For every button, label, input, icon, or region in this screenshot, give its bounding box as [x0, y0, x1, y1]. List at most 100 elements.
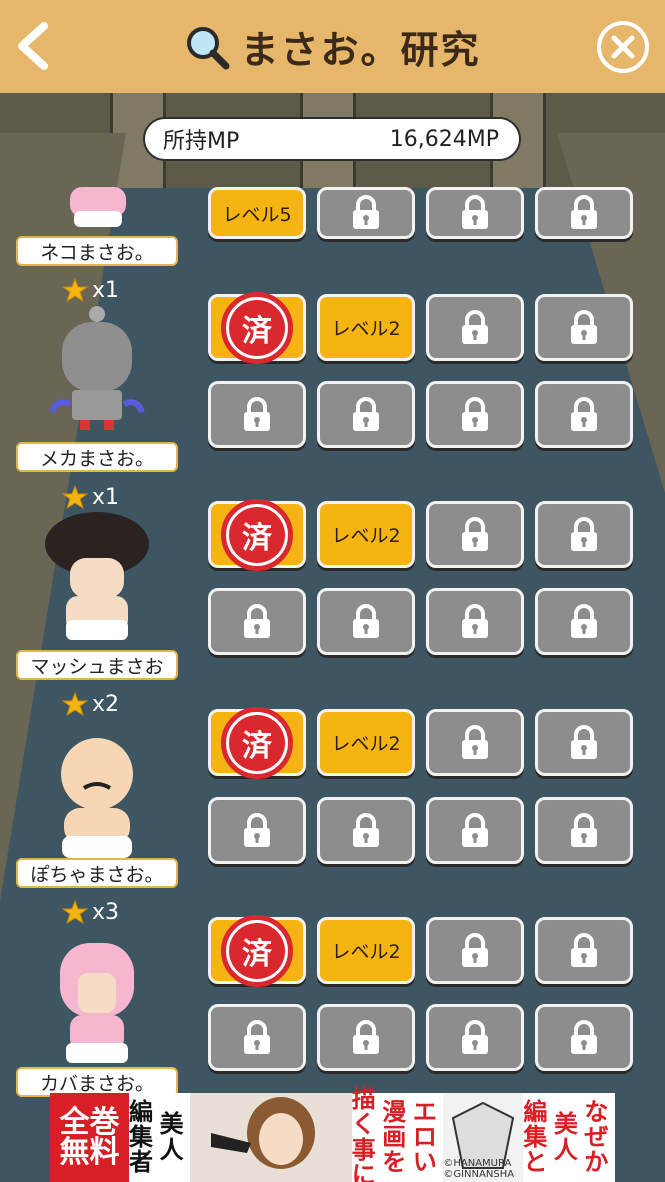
- locked-tile[interactable]: [426, 1004, 524, 1071]
- ad-illustration: [190, 1093, 352, 1182]
- lock-icon: [353, 396, 379, 431]
- close-icon[interactable]: [595, 19, 651, 75]
- ad-text: 描く事に: [351, 1085, 376, 1182]
- research-tile-level[interactable]: レベル5: [208, 187, 306, 239]
- research-tile-done[interactable]: 済: [208, 291, 306, 364]
- ad-badge: 全巻 無料: [50, 1093, 130, 1182]
- mp-label: 所持MP: [163, 129, 240, 154]
- ad-text: 美人: [553, 1110, 578, 1164]
- locked-tile[interactable]: [535, 709, 633, 776]
- locked-tile[interactable]: [426, 294, 524, 361]
- research-tile-level[interactable]: レベル2: [317, 501, 415, 568]
- locked-tile[interactable]: [208, 1004, 306, 1071]
- lock-icon: [571, 812, 597, 847]
- ad-banner[interactable]: 全巻 無料 編集者 美人 描く事に 漫画を エロい ©HANAMURA ©GIN…: [50, 1085, 615, 1182]
- lock-icon: [244, 396, 270, 431]
- lock-icon: [353, 1019, 379, 1054]
- star-icon: [62, 899, 88, 925]
- star-count-value: x2: [92, 691, 120, 717]
- lock-icon: [462, 932, 488, 967]
- lock-icon: [571, 932, 597, 967]
- star-rating: x1: [62, 484, 119, 510]
- lock-icon: [353, 195, 379, 229]
- lock-icon: [571, 309, 597, 344]
- lock-icon: [571, 396, 597, 431]
- locked-tile[interactable]: [535, 381, 633, 448]
- magnifier-icon: [187, 26, 230, 69]
- locked-tile[interactable]: [535, 1004, 633, 1071]
- character-avatar: [42, 935, 152, 1079]
- ad-text: エロい: [412, 1097, 437, 1177]
- lock-icon: [353, 603, 379, 638]
- lock-icon: [462, 516, 488, 551]
- lock-icon: [462, 1019, 488, 1054]
- ad-text: 編集者: [129, 1097, 154, 1177]
- research-tile-level[interactable]: レベル2: [317, 709, 415, 776]
- locked-tile[interactable]: [535, 294, 633, 361]
- star-count-value: x1: [92, 484, 120, 510]
- research-tile-level[interactable]: レベル2: [317, 294, 415, 361]
- header-bar: まさお。研究: [0, 0, 665, 93]
- lock-icon: [244, 1019, 270, 1054]
- star-icon: [62, 277, 88, 303]
- locked-tile[interactable]: [535, 187, 633, 239]
- locked-tile[interactable]: [317, 381, 415, 448]
- locked-tile[interactable]: [426, 917, 524, 984]
- research-tile-done[interactable]: 済: [208, 706, 306, 779]
- lock-icon: [244, 812, 270, 847]
- locked-tile[interactable]: [317, 1004, 415, 1071]
- ad-copyright: ©HANAMURA ©GINNANSHA: [443, 1158, 515, 1180]
- locked-tile[interactable]: [535, 797, 633, 864]
- ad-text: なぜか: [584, 1097, 609, 1177]
- locked-tile[interactable]: [317, 187, 415, 239]
- character-name: メカまさお。: [16, 442, 178, 472]
- lock-icon: [462, 396, 488, 431]
- kaba-masao-avatar: [60, 943, 134, 1063]
- character-name: マッシュまさお: [16, 650, 178, 680]
- meka-masao-avatar: [49, 306, 145, 430]
- locked-tile[interactable]: [426, 588, 524, 655]
- done-stamp-icon: 済: [221, 914, 293, 987]
- research-tile-done[interactable]: 済: [208, 498, 306, 571]
- locked-tile[interactable]: [426, 187, 524, 239]
- title-wrap: まさお。研究: [184, 19, 480, 74]
- done-stamp-icon: 済: [221, 706, 293, 779]
- star-rating: x1: [62, 277, 119, 303]
- lock-icon: [571, 603, 597, 638]
- ad-text: 漫画を: [382, 1097, 407, 1177]
- locked-tile[interactable]: [317, 588, 415, 655]
- locked-tile[interactable]: [535, 501, 633, 568]
- locked-tile[interactable]: [208, 381, 306, 448]
- locked-tile[interactable]: [426, 501, 524, 568]
- character-avatar: [42, 730, 152, 874]
- done-stamp-icon: 済: [221, 498, 293, 571]
- locked-tile[interactable]: [535, 917, 633, 984]
- mp-balance: 所持MP 16,624MP: [143, 117, 521, 161]
- ad-illustration: ©HANAMURA ©GINNANSHA: [443, 1093, 524, 1182]
- research-tile-done[interactable]: 済: [208, 914, 306, 987]
- lock-icon: [571, 516, 597, 551]
- lock-icon: [462, 724, 488, 759]
- character-name: ネコまさお。: [16, 236, 178, 266]
- research-tile-level[interactable]: レベル2: [317, 917, 415, 984]
- locked-tile[interactable]: [208, 588, 306, 655]
- mp-value: 16,624MP: [389, 126, 499, 152]
- done-stamp-icon: 済: [221, 291, 293, 364]
- ad-text: 美人: [159, 1110, 184, 1164]
- locked-tile[interactable]: [535, 588, 633, 655]
- locked-tile[interactable]: [426, 709, 524, 776]
- star-count-value: x3: [92, 899, 120, 925]
- star-rating: x2: [62, 691, 119, 717]
- lock-icon: [571, 195, 597, 229]
- lock-icon: [462, 603, 488, 638]
- locked-tile[interactable]: [317, 797, 415, 864]
- lock-icon: [462, 309, 488, 344]
- ad-text: 編集と: [523, 1097, 548, 1177]
- back-arrow-icon[interactable]: [10, 18, 60, 74]
- character-name: ぽちゃまさお。: [16, 858, 178, 888]
- locked-tile[interactable]: [426, 797, 524, 864]
- lock-icon: [353, 812, 379, 847]
- mash-masao-avatar: [45, 512, 149, 640]
- locked-tile[interactable]: [426, 381, 524, 448]
- locked-tile[interactable]: [208, 797, 306, 864]
